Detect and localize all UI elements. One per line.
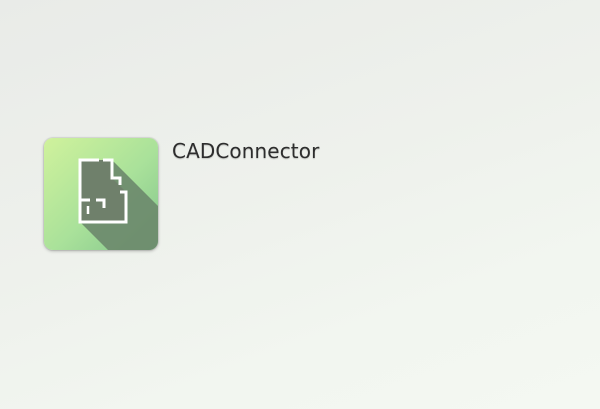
floor-plan-icon [44,138,158,250]
app-name-label[interactable]: CADConnector [172,139,319,163]
app-tile-cadconnector[interactable] [44,138,158,250]
desktop-canvas: { "app": { "name": "CADConnector", "icon… [0,0,600,409]
